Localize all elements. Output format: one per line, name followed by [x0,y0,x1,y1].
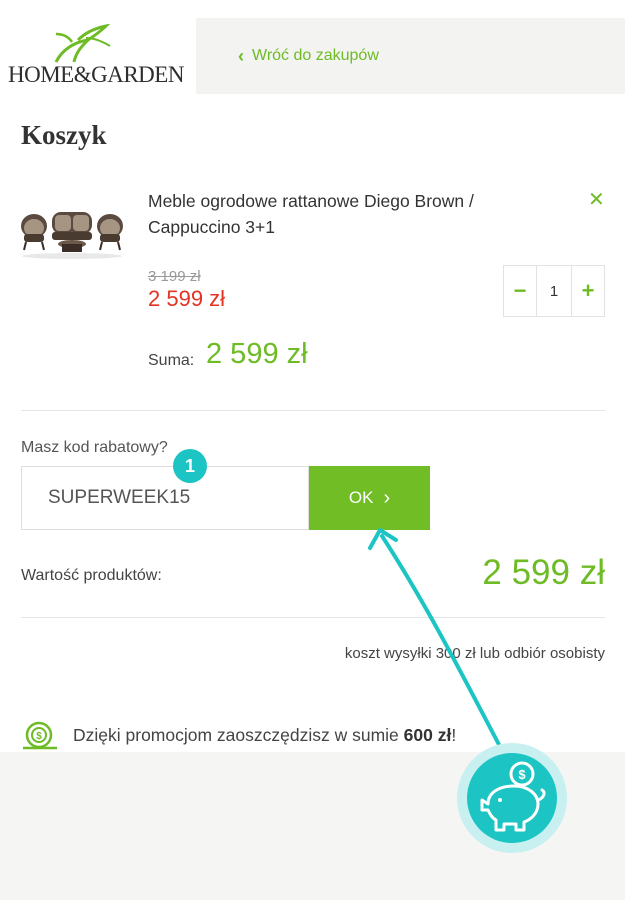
sum-value: 2 599 zł [206,338,308,370]
products-value: 2 599 zł [482,553,605,592]
close-icon: ✕ [588,189,605,211]
decrease-quantity-button[interactable]: − [504,266,536,316]
logo-text: HOME&GARDEN [8,62,184,87]
divider [21,410,605,411]
step-badge: 1 [173,449,207,483]
savings-info: $ Dzięki promocjom zaoszczędzisz w sumie… [21,720,456,750]
ok-button-label: OK [348,488,374,507]
divider [21,617,605,618]
svg-text:$: $ [36,731,42,742]
discount-code-label: Masz kod rabatowy? [21,439,168,456]
savings-amount: 600 zł [403,724,452,745]
old-price: 3 199 zł [148,268,201,285]
chevron-left-icon: ‹ [238,46,244,66]
page-title: Koszyk [21,120,107,150]
back-bar: ‹ Wróć do zakupów [196,18,625,94]
product-name[interactable]: Meble ogrodowe rattanowe Diego Brown / C… [148,188,548,240]
bird-logo-icon [54,24,111,63]
products-value-label: Wartość produktów: [21,567,162,584]
cart-page: HOME&GARDEN ‹ Wróć do zakupów Koszyk Meb… [0,0,625,752]
product-image[interactable] [18,204,126,260]
sum-label: Suma: [148,352,195,369]
discount-code-input[interactable] [21,466,309,530]
minus-icon: − [513,278,527,303]
quantity-stepper: − 1 + [503,265,605,317]
back-link-label: Wróć do zakupów [252,47,379,64]
money-savings-icon: $ [23,721,57,750]
savings-text: Dzięki promocjom zaoszczędzisz w sumie [73,724,399,745]
chevron-right-icon: › [383,486,391,509]
shipping-info: koszt wysyłki 300 zł lub odbiór osobisty [344,645,605,662]
increase-quantity-button[interactable]: + [572,266,604,316]
current-price: 2 599 zł [148,286,226,311]
svg-text:$: $ [518,767,526,782]
quantity-value[interactable]: 1 [536,266,572,316]
apply-code-button[interactable]: OK › [309,466,430,530]
logo[interactable]: HOME&GARDEN [6,24,186,88]
piggy-bank-icon: $ [457,743,567,853]
remove-item-button[interactable]: ✕ [588,190,605,210]
plus-icon: + [581,278,595,303]
back-to-shopping-link[interactable]: ‹ Wróć do zakupów [238,47,379,65]
